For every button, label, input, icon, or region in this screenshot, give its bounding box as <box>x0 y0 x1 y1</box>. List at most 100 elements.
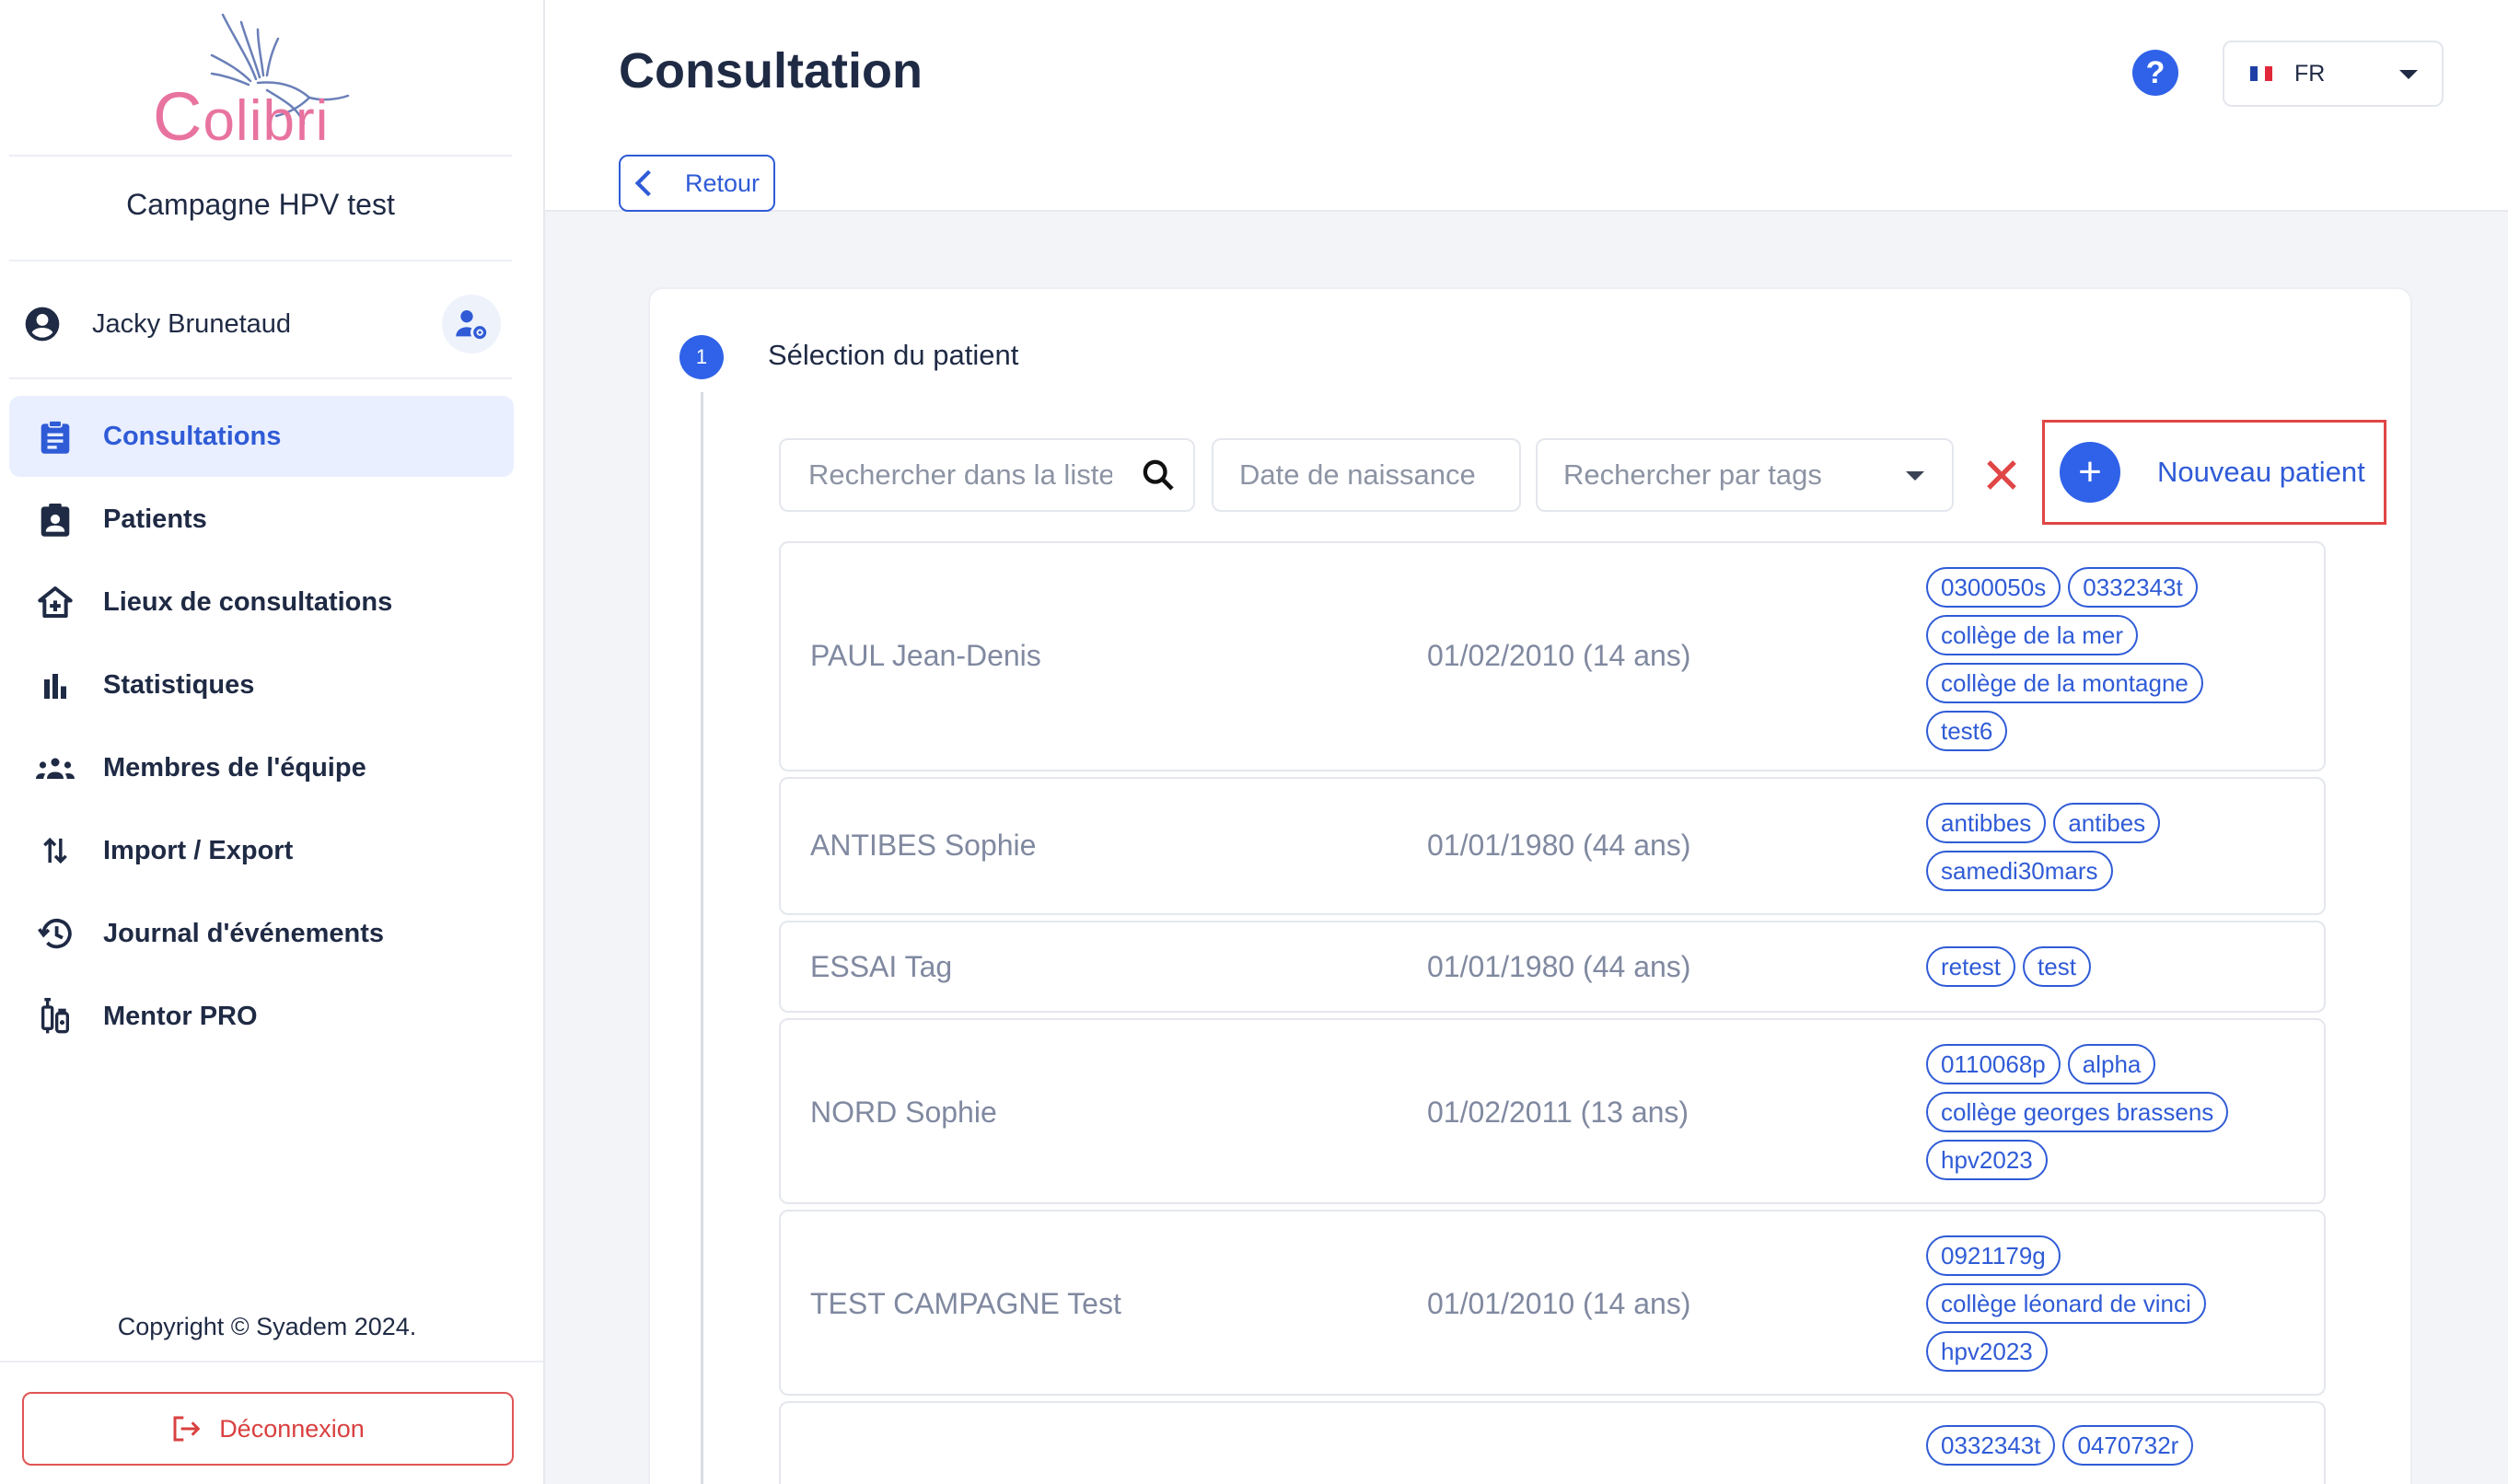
patient-row[interactable]: ESSAI Tag 01/01/1980 (44 ans) retest tes… <box>779 921 2326 1013</box>
tag-chip: collège de la montagne <box>1926 663 2203 703</box>
clipboard-icon <box>41 420 70 454</box>
patient-name: NORD Sophie <box>810 1096 997 1129</box>
user-row: Jacky Brunetaud <box>22 295 501 354</box>
nav-item-statistics[interactable]: Statistiques <box>9 644 514 725</box>
patient-dob: 01/02/2011 (13 ans) <box>1427 1096 1689 1129</box>
tags-select[interactable]: Rechercher par tags <box>1536 438 1954 512</box>
sidebar-nav: Consultations Patients Lieux de consulta… <box>9 396 514 1059</box>
logout-label: Déconnexion <box>219 1414 365 1443</box>
brand-name: Colibri <box>153 78 330 155</box>
divider <box>0 1361 543 1362</box>
tag-chip: test6 <box>1926 711 2008 751</box>
divider <box>9 260 512 261</box>
user-name: Jacky Brunetaud <box>92 308 292 339</box>
account-circle-icon <box>25 307 60 342</box>
consultation-card: 1 Sélection du patient Rechercher par ta… <box>648 287 2412 1484</box>
patient-tags: 0300050s 0332343t collège de la mer coll… <box>1926 567 2313 751</box>
tag-chip: test <box>2023 946 2091 987</box>
nav-item-locations[interactable]: Lieux de consultations <box>9 562 514 643</box>
tag-chip: hpv2023 <box>1926 1331 2048 1372</box>
nav-label: Mentor PRO <box>103 1001 258 1031</box>
patient-name: ESSAI Tag <box>810 950 953 983</box>
clear-filters-icon[interactable] <box>1983 457 2020 493</box>
nav-item-import-export[interactable]: Import / Export <box>9 810 514 891</box>
patient-tags: 0332343t 0470732r <box>1926 1425 2313 1466</box>
nav-item-patients[interactable]: Patients <box>9 479 514 560</box>
nav-label: Consultations <box>103 421 282 451</box>
patient-row[interactable]: PAUL Jean-Denis 01/02/2010 (14 ans) 0300… <box>779 541 2326 771</box>
page-header: Consultation ? FR Retour <box>545 0 2508 212</box>
tag-chip: 0921179g <box>1926 1235 2061 1276</box>
page-title: Consultation <box>619 43 923 99</box>
patient-tags: 0110068p alpha collège georges brassens … <box>1926 1044 2313 1180</box>
patient-row[interactable]: 0332343t 0470732r <box>779 1401 2326 1484</box>
divider <box>9 377 512 379</box>
tag-chip: 0470732r <box>2062 1425 2194 1466</box>
france-flag-icon <box>2250 66 2272 81</box>
dob-filter <box>1212 438 1543 512</box>
history-icon <box>38 918 72 949</box>
user-gear-icon <box>456 310 487 340</box>
nav-label: Journal d'événements <box>103 918 385 948</box>
search-icon[interactable] <box>1140 457 1177 493</box>
chevron-left-icon <box>634 169 651 197</box>
plus-icon: + <box>2060 442 2120 503</box>
patient-dob: 01/01/1980 (44 ans) <box>1427 950 1691 983</box>
new-patient-label: Nouveau patient <box>2157 456 2365 488</box>
team-icon <box>36 758 75 779</box>
step-connector <box>701 392 703 1484</box>
tag-chip: 0110068p <box>1926 1044 2061 1084</box>
nav-label: Statistiques <box>103 669 255 700</box>
swap-vertical-icon <box>43 837 67 864</box>
tag-chip: antibes <box>2053 803 2161 843</box>
patient-row[interactable]: NORD Sophie 01/02/2011 (13 ans) 0110068p… <box>779 1018 2326 1204</box>
dob-input[interactable] <box>1239 458 1543 492</box>
tags-placeholder: Rechercher par tags <box>1563 458 1822 491</box>
tag-chip: alpha <box>2067 1044 2156 1084</box>
patient-tags: antibbes antibes samedi30mars <box>1926 803 2313 891</box>
new-patient-button[interactable]: + Nouveau patient <box>2042 420 2386 525</box>
nav-item-consultations[interactable]: Consultations <box>9 396 514 477</box>
vaccine-icon <box>41 998 69 1034</box>
patient-tags: 0921179g collège léonard de vinci hpv202… <box>1926 1235 2313 1372</box>
nav-item-team[interactable]: Membres de l'équipe <box>9 727 514 808</box>
user-settings-button[interactable] <box>442 295 501 354</box>
home-plus-icon <box>38 586 73 618</box>
logout-icon <box>173 1416 201 1442</box>
tag-chip: retest <box>1926 946 2016 987</box>
chevron-down-icon <box>2399 70 2418 79</box>
chevron-down-icon <box>1906 471 1924 481</box>
colibri-logo: Colibri <box>147 13 359 155</box>
help-button[interactable]: ? <box>2132 50 2178 96</box>
help-icon: ? <box>2145 54 2165 90</box>
back-label: Retour <box>685 168 761 197</box>
tag-chip: 0332343t <box>2068 567 2198 608</box>
divider <box>9 155 512 157</box>
nav-label: Patients <box>103 504 207 534</box>
tag-chip: samedi30mars <box>1926 851 2113 891</box>
tag-chip: collège georges brassens <box>1926 1092 2229 1132</box>
nav-label: Import / Export <box>103 835 294 865</box>
language-select[interactable]: FR <box>2223 41 2444 107</box>
patient-dob: 01/01/2010 (14 ans) <box>1427 1287 1691 1320</box>
search-input[interactable] <box>808 458 1112 492</box>
patient-name: ANTIBES Sophie <box>810 829 1037 862</box>
copyright: Copyright © Syadem 2024. <box>117 1313 417 1340</box>
patient-list: PAUL Jean-Denis 01/02/2010 (14 ans) 0300… <box>779 541 2326 1484</box>
patient-name: TEST CAMPAGNE Test <box>810 1287 1121 1320</box>
sidebar: Colibri Campagne HPV test Jacky Brunetau… <box>0 0 545 1484</box>
tag-chip: hpv2023 <box>1926 1140 2048 1180</box>
bar-chart-icon <box>44 674 66 699</box>
patient-row[interactable]: ANTIBES Sophie 01/01/1980 (44 ans) antib… <box>779 777 2326 915</box>
tag-chip: 0300050s <box>1926 567 2061 608</box>
nav-item-mentor-pro[interactable]: Mentor PRO <box>9 976 514 1057</box>
patient-row[interactable]: TEST CAMPAGNE Test 01/01/2010 (14 ans) 0… <box>779 1210 2326 1396</box>
tag-chip: antibbes <box>1926 803 2047 843</box>
logout-button[interactable]: Déconnexion <box>22 1392 514 1466</box>
patient-search <box>779 438 1195 512</box>
patient-dob: 01/01/1980 (44 ans) <box>1427 829 1691 862</box>
nav-item-event-log[interactable]: Journal d'événements <box>9 893 514 974</box>
brand-name-rest: olibri <box>203 89 330 153</box>
back-button[interactable]: Retour <box>619 155 775 212</box>
step-title: Sélection du patient <box>768 339 1019 371</box>
